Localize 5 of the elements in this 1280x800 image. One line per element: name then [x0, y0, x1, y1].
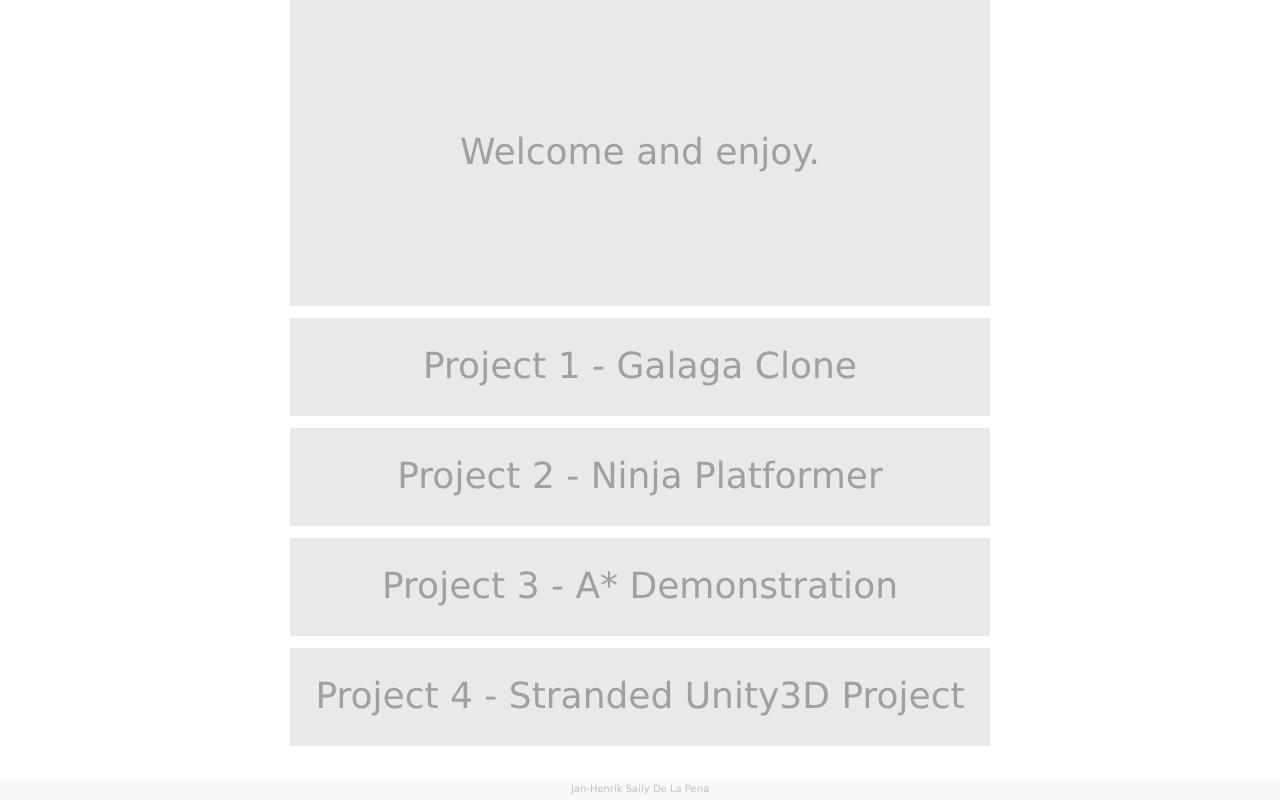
- welcome-banner: Welcome and enjoy.: [290, 0, 990, 306]
- project-link[interactable]: Project 1 - Galaga Clone: [290, 318, 990, 416]
- project-link[interactable]: Project 2 - Ninja Platformer: [290, 428, 990, 526]
- project-link[interactable]: Project 4 - Stranded Unity3D Project: [290, 648, 990, 746]
- project-link[interactable]: Project 3 - A* Demonstration: [290, 538, 990, 636]
